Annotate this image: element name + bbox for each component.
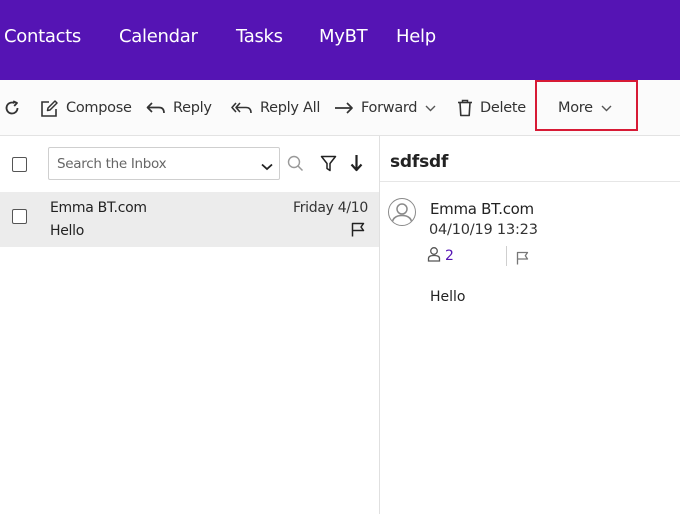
message-subject: Hello [50, 223, 84, 239]
separator [506, 246, 507, 266]
list-header [0, 136, 379, 191]
reply-button[interactable]: Reply [146, 80, 212, 136]
recipients-button[interactable]: 2 [427, 247, 454, 265]
chevron-down-icon[interactable] [261, 156, 273, 175]
trash-icon [457, 99, 473, 117]
delete-button[interactable]: Delete [457, 80, 526, 136]
message-title: sdfsdf [390, 152, 449, 172]
reply-icon [146, 101, 166, 115]
recipients-person-icon [427, 246, 441, 266]
top-navigation-bar: Contacts Calendar Tasks MyBT Help [0, 0, 680, 80]
sender-name: Emma BT.com [430, 200, 534, 218]
reading-header: sdfsdf [380, 136, 680, 182]
compose-button[interactable]: Compose [40, 80, 132, 136]
refresh-button[interactable] [4, 80, 20, 136]
search-input[interactable] [57, 153, 253, 175]
person-icon [391, 203, 413, 225]
search-box [48, 147, 280, 180]
reading-pane: sdfsdf Emma BT.com 04/10/19 13:23 2 Hell… [380, 136, 680, 514]
select-all-checkbox[interactable] [12, 157, 27, 172]
filter-icon[interactable] [320, 155, 337, 176]
more-highlight-box [535, 80, 638, 131]
delete-label: Delete [480, 100, 526, 116]
recipient-count: 2 [445, 248, 454, 264]
nav-calendar[interactable]: Calendar [119, 26, 198, 47]
compose-label: Compose [66, 100, 132, 116]
message-date: Friday 4/10 [292, 200, 368, 216]
message-list-pane: Emma BT.com Hello Friday 4/10 [0, 136, 379, 514]
compose-icon [40, 99, 59, 118]
reply-label: Reply [173, 100, 212, 116]
message-body: Hello [430, 289, 466, 305]
flag-icon[interactable] [351, 222, 365, 241]
forward-icon [334, 101, 354, 115]
nav-tasks[interactable]: Tasks [236, 26, 283, 47]
message-datetime: 04/10/19 13:23 [429, 222, 538, 238]
forward-button[interactable]: Forward [334, 80, 436, 136]
forward-label: Forward [361, 100, 418, 116]
nav-mybt[interactable]: MyBT [319, 26, 368, 47]
message-sender: Emma BT.com [50, 200, 147, 216]
flag-icon[interactable] [516, 250, 529, 269]
sort-arrow-down-icon[interactable] [350, 154, 363, 176]
reply-all-label: Reply All [260, 100, 321, 116]
reply-all-icon [231, 101, 253, 115]
message-checkbox[interactable] [12, 209, 27, 224]
reply-all-button[interactable]: Reply All [231, 80, 320, 136]
nav-help[interactable]: Help [396, 26, 436, 47]
nav-contacts[interactable]: Contacts [4, 26, 81, 47]
chevron-down-icon [425, 105, 436, 112]
avatar [388, 198, 416, 226]
search-icon[interactable] [287, 155, 304, 176]
list-item[interactable]: Emma BT.com Hello Friday 4/10 [0, 192, 379, 247]
refresh-icon [4, 100, 20, 116]
